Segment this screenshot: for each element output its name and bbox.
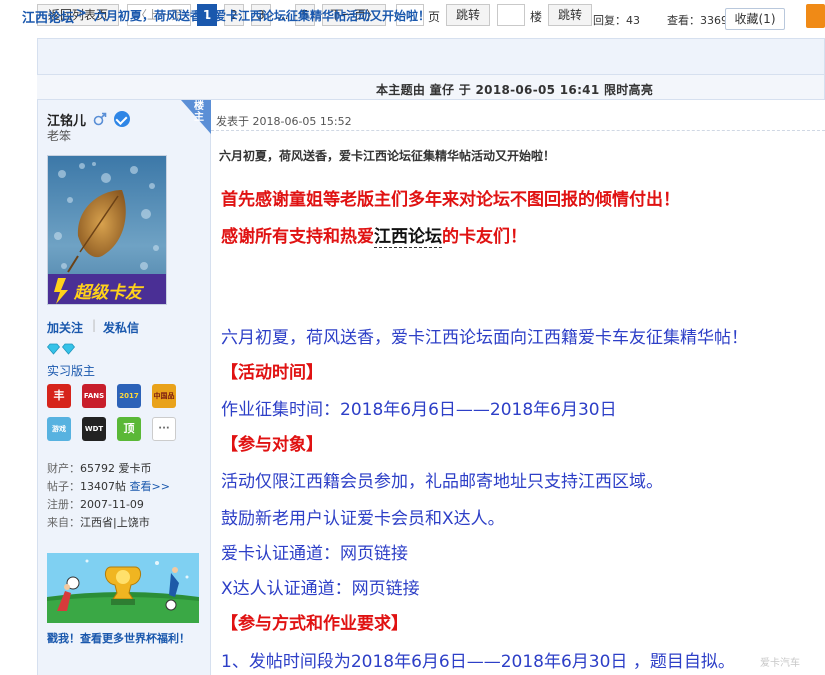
reply-count: 回复：43 <box>593 14 640 27</box>
floor-jump-button[interactable]: 跳转 <box>548 4 592 26</box>
register-date: 2007-11-09 <box>80 498 144 511</box>
floor-suffix-label: 楼 <box>530 10 543 24</box>
avatar-leaf-image: 超级卡友 <box>48 156 166 304</box>
world-cup-ad-link[interactable]: 戳我！查看更多世界杯福利！ <box>47 630 190 646</box>
avatar[interactable]: 超级卡友 <box>47 155 167 305</box>
floor-number-input[interactable] <box>497 4 525 26</box>
medal-icon[interactable]: WDT <box>82 417 106 441</box>
medal-icon[interactable]: 2017年报 <box>117 384 141 408</box>
medal-icon[interactable]: 顶 <box>117 417 141 441</box>
target-line-2: 鼓励新老用户认证爱卡会员和X达人。 <box>221 509 505 529</box>
posts-row: 帖子：13407帖 查看>> <box>47 478 170 494</box>
thread-title: 六月初夏，荷风送香，爱卡江西论坛征集精华帖活动又开始啦！ <box>94 9 431 23</box>
posts-value: 13407帖 <box>80 480 126 493</box>
follow-button[interactable]: 加关注 <box>47 319 83 336</box>
private-message-button[interactable]: 发私信 <box>103 319 139 336</box>
medal-icon[interactable]: FANS <box>82 384 106 408</box>
breadcrumb-separator: > <box>76 6 87 21</box>
thread-starter-label: 楼主 <box>194 101 204 123</box>
view-count: 查看：3369 <box>667 14 728 27</box>
thanks-line-1: 首先感谢童姐等老版主们多年来对论坛不图回报的倾情付出！ <box>221 190 680 210</box>
diamond-icon <box>47 343 60 355</box>
medal-icon[interactable]: 中国品牌 <box>152 384 176 408</box>
more-medals-icon[interactable]: ··· <box>152 417 176 441</box>
post-time: 发表于 2018-06-05 15:52 <box>216 115 352 128</box>
site-watermark: 爱卡汽车 <box>760 658 800 669</box>
cert-channel-line-1[interactable]: 爱卡认证通道：网页链接 <box>221 539 408 564</box>
forum-keyword-link[interactable]: 江西论坛 <box>374 227 442 248</box>
breadcrumb-forum-link[interactable]: 江西论坛 <box>22 7 74 26</box>
intro-paragraph: 六月初夏，荷风送香，爱卡江西论坛面向江西籍爱卡车友征集精华帖！ <box>221 328 748 348</box>
world-cup-ad-banner[interactable] <box>47 553 199 623</box>
thanks-line-2-suffix: 的卡友们！ <box>442 227 527 247</box>
thanks-line-2: 感谢所有支持和热爱江西论坛的卡友们！ <box>221 222 527 248</box>
section-heading-method: 【参与方式和作业要求】 <box>221 614 408 634</box>
section-heading-time: 【活动时间】 <box>221 363 323 383</box>
location-value: 江西省|上饶市 <box>80 516 150 529</box>
favorite-button[interactable]: 收藏(1) <box>725 8 785 30</box>
medal-icon[interactable]: 丰 <box>47 384 71 408</box>
activity-time-line: 作业征集时间：2018年6月6日——2018年6月30日 <box>221 400 617 420</box>
wealth-row: 财产：65792 爱卡币 <box>47 460 152 476</box>
author-rank: 老笨 <box>47 129 72 143</box>
location-row: 来自：江西省|上饶市 <box>47 514 150 530</box>
highlight-notice: 本主题由 童仔 于 2018-06-05 16:41 限时高亮 <box>376 83 654 97</box>
location-label: 来自： <box>47 516 80 529</box>
thread-title-bar <box>37 38 825 74</box>
male-gender-icon <box>93 112 107 126</box>
method-line-1: 1、发帖时间段为2018年6月6日——2018年6月30日 ，题目自拟。 <box>221 652 735 672</box>
section-heading-target: 【参与对象】 <box>221 435 323 455</box>
post-subject: 六月初夏，荷风送香，爱卡江西论坛征集精华帖活动又开始啦！ <box>219 149 556 163</box>
verified-badge-icon <box>114 111 130 127</box>
page-jump-button[interactable]: 跳转 <box>446 4 490 26</box>
register-label: 注册： <box>47 498 80 511</box>
medal-icon[interactable]: 游戏 <box>47 417 71 441</box>
target-line-1: 活动仅限江西籍会员参加，礼品邮寄地址只支持江西区域。 <box>221 472 663 492</box>
user-group-label: 实习版主 <box>47 364 96 378</box>
post-header-divider <box>211 130 825 131</box>
action-divider: | <box>92 318 97 332</box>
register-row: 注册：2007-11-09 <box>47 496 144 512</box>
wealth-label: 财产： <box>47 462 80 475</box>
wealth-value: 65792 爱卡币 <box>80 462 152 475</box>
cert-channel-line-2[interactable]: X达人认证通道：网页链接 <box>221 574 420 599</box>
diamond-icon <box>62 343 75 355</box>
view-posts-link[interactable]: 查看>> <box>130 480 170 493</box>
avatar-banner-text: 超级卡友 <box>73 283 145 303</box>
reply-shortcut-button[interactable] <box>806 4 825 28</box>
thanks-line-2-prefix: 感谢所有支持和热爱 <box>221 227 374 247</box>
world-cup-ad-image <box>47 553 199 623</box>
posts-label: 帖子： <box>47 480 80 493</box>
